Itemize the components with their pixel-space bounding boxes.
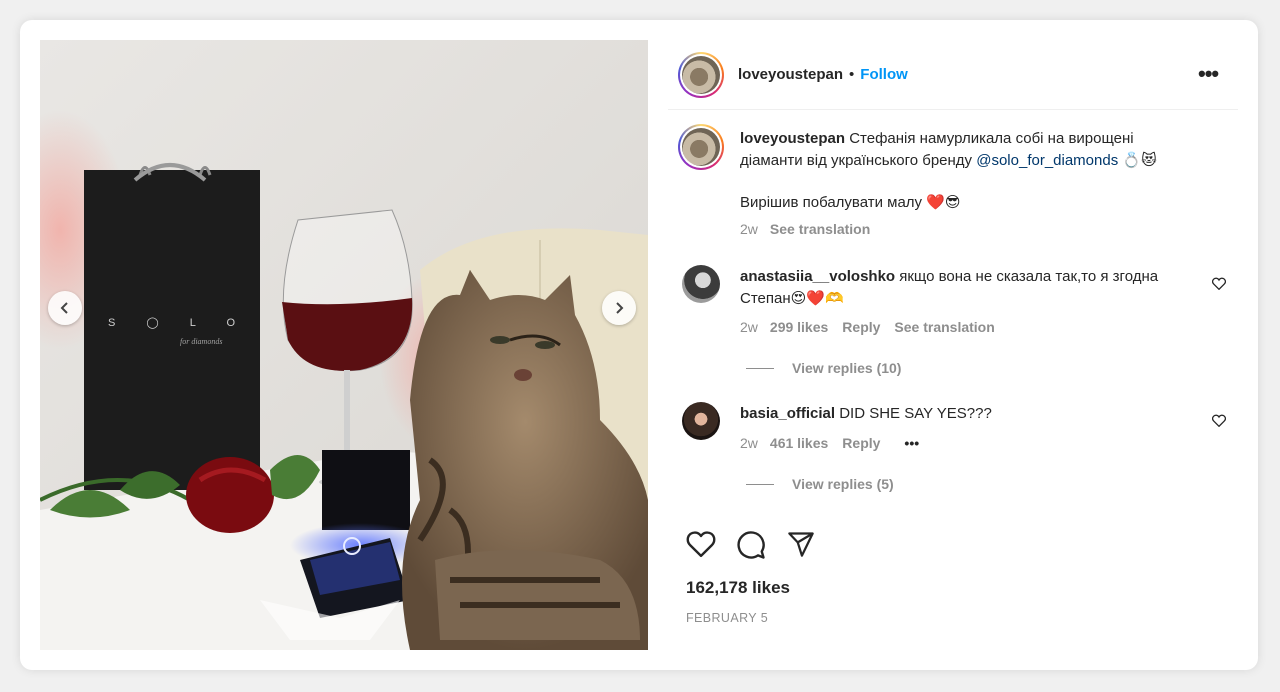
comment-2-like-heart-icon[interactable] [1211, 414, 1227, 432]
comment-1-meta: 2w 299 likes Reply See translation [740, 319, 1009, 335]
comment-1-time[interactable]: 2w [740, 319, 758, 335]
comment-1-text-line-2: Степан😍❤️🫶 [740, 290, 844, 307]
caption-mention-link[interactable]: @solo_for_diamonds [976, 152, 1118, 169]
comment-1-text: якщо вона не сказала так,то я згодна [899, 268, 1159, 285]
caption-time[interactable]: 2w [740, 221, 758, 237]
comment-2: basia_official DID SHE SAY YES??? [740, 403, 992, 425]
comment-2-text: DID SHE SAY YES??? [839, 405, 992, 422]
next-photo-button[interactable] [602, 291, 636, 325]
share-send-icon[interactable] [786, 530, 816, 565]
comment-2-view-replies[interactable]: View replies (5) [746, 476, 894, 492]
comment-1-like-heart-icon[interactable] [1211, 277, 1227, 295]
photo-illustration: S ◯ L O for diamonds [40, 40, 648, 650]
post-actions [686, 530, 816, 565]
caption-author-avatar[interactable] [678, 124, 724, 170]
caption-see-translation[interactable]: See translation [770, 221, 870, 237]
comment-2-reply-button[interactable]: Reply [842, 435, 880, 451]
comment-1-likes[interactable]: 299 likes [770, 319, 828, 335]
comment-1-reply-button[interactable]: Reply [842, 319, 880, 335]
post-photo[interactable]: S ◯ L O for diamonds [40, 40, 648, 650]
post-header: loveyoustepan • Follow ••• [668, 40, 1238, 110]
more-options-icon[interactable]: ••• [1198, 63, 1219, 85]
like-heart-icon[interactable] [686, 530, 716, 565]
caption: loveyoustepan Стефанія намурликала собі … [740, 128, 1220, 172]
author-username[interactable]: loveyoustepan [738, 66, 843, 83]
comment-1-username[interactable]: anastasiia__voloshko [740, 268, 895, 285]
post-likes-count[interactable]: 162,178 likes [686, 578, 790, 598]
comment-2-username[interactable]: basia_official [740, 405, 835, 422]
comment-1-view-replies-label: View replies (10) [792, 360, 902, 376]
comment-1-see-translation[interactable]: See translation [894, 319, 994, 335]
comment-2-time[interactable]: 2w [740, 435, 758, 451]
comment-1-view-replies[interactable]: View replies (10) [746, 360, 901, 376]
caption-emoji: 💍😻 [1122, 152, 1157, 169]
comment-2-view-replies-label: View replies (5) [792, 476, 894, 492]
caption-author-username[interactable]: loveyoustepan [740, 130, 845, 147]
comment-bubble-icon[interactable] [736, 530, 766, 565]
follow-button[interactable]: Follow [860, 66, 908, 83]
caption-line-3: Вирішив побалувати малу ❤️😎 [740, 194, 961, 211]
caption-meta: 2w See translation [740, 221, 884, 237]
chevron-left-icon [60, 302, 68, 314]
bag-logo-subtext: for diamonds [180, 337, 222, 346]
comment-2-meta: 2w 461 likes Reply ••• [740, 435, 933, 451]
comment-avatar[interactable] [682, 402, 720, 440]
comment-2-more-icon[interactable]: ••• [904, 435, 919, 451]
bag-logo-text: S ◯ L O [108, 317, 249, 329]
comment-2-likes[interactable]: 461 likes [770, 435, 828, 451]
author-avatar[interactable] [678, 52, 724, 98]
separator-dot: • [849, 66, 855, 83]
comment-1: anastasiia__voloshko якщо вона не сказал… [740, 266, 1200, 310]
previous-photo-button[interactable] [48, 291, 82, 325]
caption-line-1: Стефанія намурликала собі на вирощені [849, 130, 1134, 147]
caption-line-2: діаманти від українського бренду [740, 152, 973, 169]
post-date[interactable]: FEBRUARY 5 [686, 611, 768, 625]
chevron-right-icon [616, 302, 624, 314]
comment-avatar[interactable] [682, 265, 720, 303]
